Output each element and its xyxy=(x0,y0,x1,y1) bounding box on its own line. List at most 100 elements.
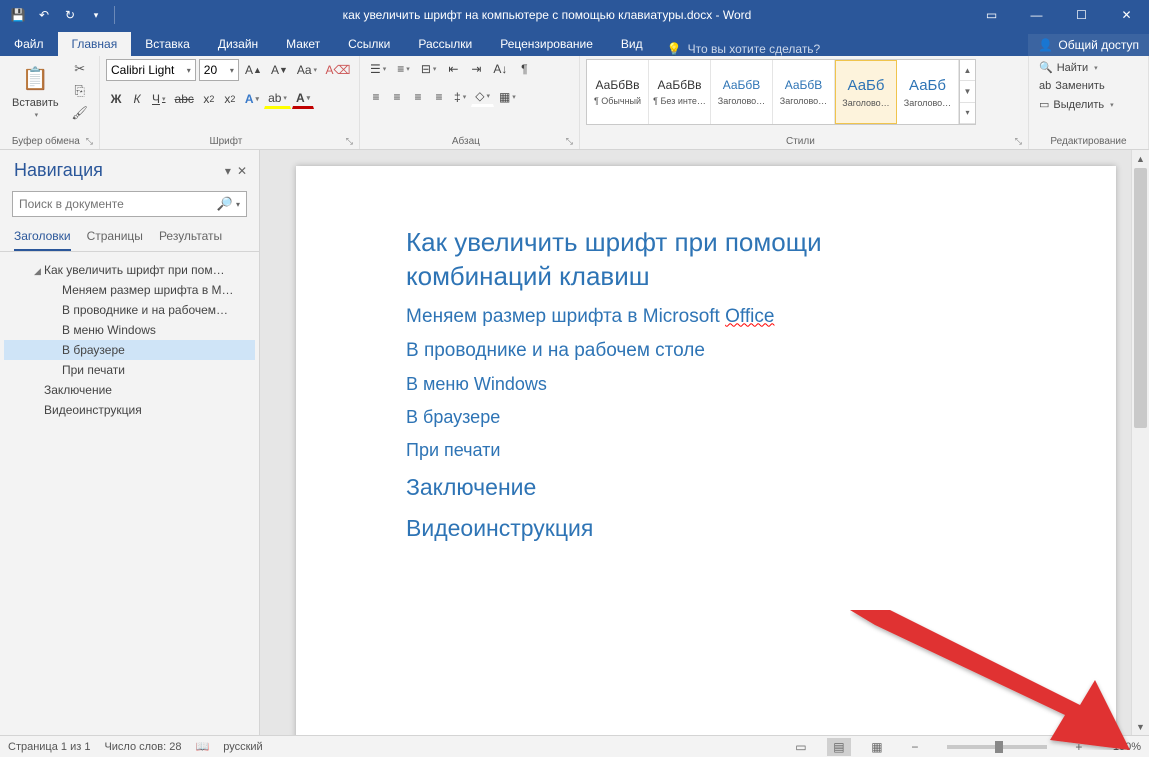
nav-tab-pages[interactable]: Страницы xyxy=(87,229,143,251)
clear-format-icon[interactable]: A⌫ xyxy=(323,60,353,80)
read-mode-icon[interactable]: ▭ xyxy=(789,738,813,756)
line-spacing-icon[interactable]: ‡▾ xyxy=(450,87,470,107)
share-button[interactable]: 👤 Общий доступ xyxy=(1028,34,1149,56)
align-left-icon[interactable]: ≡ xyxy=(366,87,386,107)
subscript-button[interactable]: x2 xyxy=(199,89,219,109)
tab-insert[interactable]: Вставка xyxy=(131,32,204,56)
style-item[interactable]: АаБбЗаголово… xyxy=(835,60,897,124)
heading-2[interactable]: В браузере xyxy=(406,407,1006,428)
styles-gallery[interactable]: АаБбВв¶ ОбычныйАаБбВв¶ Без инте…АаБбВЗаг… xyxy=(586,59,976,125)
select-button[interactable]: ▭Выделить▾ xyxy=(1035,96,1118,113)
scroll-thumb[interactable] xyxy=(1134,168,1147,428)
nav-tab-headings[interactable]: Заголовки xyxy=(14,229,71,251)
clipboard-launcher-icon[interactable]: ⤡ xyxy=(86,136,93,147)
nav-options-icon[interactable]: ▾ xyxy=(225,164,231,178)
font-color-icon[interactable]: A▾ xyxy=(292,89,314,109)
bold-button[interactable]: Ж xyxy=(106,89,126,109)
strikethrough-button[interactable]: abc xyxy=(171,89,198,109)
style-item[interactable]: АаБбВв¶ Обычный xyxy=(587,60,649,124)
heading-2[interactable]: В проводнике и на рабочем столе xyxy=(406,340,1006,362)
tab-file[interactable]: Файл xyxy=(0,32,58,56)
justify-icon[interactable]: ≡ xyxy=(429,87,449,107)
maximize-icon[interactable]: ☐ xyxy=(1059,0,1104,30)
heading-2[interactable]: Меняем размер шрифта в Microsoft Office xyxy=(406,306,1006,328)
tab-view[interactable]: Вид xyxy=(607,32,657,56)
document-page[interactable]: Как увеличить шрифт при помощикомбинаций… xyxy=(296,166,1116,735)
web-layout-icon[interactable]: ▦ xyxy=(865,738,889,756)
save-icon[interactable]: 💾 xyxy=(6,3,30,27)
status-language[interactable]: русский xyxy=(223,741,262,753)
heading-1[interactable]: Видеоинструкция xyxy=(406,514,1006,544)
tab-design[interactable]: Дизайн xyxy=(204,32,272,56)
tree-item[interactable]: В проводнике и на рабочем… xyxy=(4,300,255,320)
heading-2[interactable]: При печати xyxy=(406,440,1006,461)
italic-button[interactable]: К xyxy=(127,89,147,109)
gallery-more-icon[interactable]: ▾ xyxy=(960,103,975,124)
tab-review[interactable]: Рецензирование xyxy=(486,32,607,56)
sort-icon[interactable]: A↓ xyxy=(489,59,511,79)
search-dropdown-icon[interactable]: ▾ xyxy=(236,200,240,209)
zoom-value[interactable]: 100% xyxy=(1113,741,1141,753)
shading-icon[interactable]: ◇▾ xyxy=(471,87,494,107)
tree-item[interactable]: Меняем размер шрифта в М… xyxy=(4,280,255,300)
nav-search-box[interactable]: 🔎 ▾ xyxy=(12,191,247,217)
status-words[interactable]: Число слов: 28 xyxy=(104,741,181,753)
highlight-icon[interactable]: ab▾ xyxy=(264,89,291,109)
qat-customize-icon[interactable]: ▾ xyxy=(84,3,108,27)
tab-mailings[interactable]: Рассылки xyxy=(404,32,486,56)
style-item[interactable]: АаБбВЗаголово… xyxy=(773,60,835,124)
zoom-slider[interactable] xyxy=(947,745,1047,749)
gallery-down-icon[interactable]: ▼ xyxy=(960,81,975,102)
proofing-icon[interactable]: 📖 xyxy=(196,740,210,753)
zoom-thumb[interactable] xyxy=(995,741,1003,753)
font-launcher-icon[interactable]: ⤡ xyxy=(346,136,353,147)
tree-item[interactable]: Видеоинструкция xyxy=(4,400,255,420)
tell-me-search[interactable]: 💡 Что вы хотите сделать? xyxy=(657,42,1029,56)
style-item[interactable]: АаБбЗаголово… xyxy=(897,60,959,124)
scroll-down-icon[interactable]: ▼ xyxy=(1132,718,1149,735)
superscript-button[interactable]: x2 xyxy=(220,89,240,109)
undo-icon[interactable]: ↶ xyxy=(32,3,56,27)
tab-home[interactable]: Главная xyxy=(58,32,132,56)
tab-layout[interactable]: Макет xyxy=(272,32,334,56)
nav-tab-results[interactable]: Результаты xyxy=(159,229,222,251)
close-icon[interactable]: ✕ xyxy=(1104,0,1149,30)
tree-item[interactable]: В меню Windows xyxy=(4,320,255,340)
redo-icon[interactable]: ↻ xyxy=(58,3,82,27)
ribbon-options-icon[interactable]: ▭ xyxy=(969,0,1014,30)
show-marks-icon[interactable]: ¶ xyxy=(514,59,534,79)
grow-font-icon[interactable]: A▲ xyxy=(242,60,265,80)
scroll-up-icon[interactable]: ▲ xyxy=(1132,150,1149,167)
paste-button[interactable]: 📋 Вставить ▾ xyxy=(6,59,65,123)
styles-launcher-icon[interactable]: ⤡ xyxy=(1015,136,1022,147)
decrease-indent-icon[interactable]: ⇤ xyxy=(443,59,463,79)
text-effects-icon[interactable]: A▾ xyxy=(241,89,263,109)
vertical-scrollbar[interactable]: ▲ ▼ xyxy=(1131,150,1149,735)
print-layout-icon[interactable]: ▤ xyxy=(827,738,851,756)
gallery-up-icon[interactable]: ▲ xyxy=(960,60,975,81)
search-icon[interactable]: 🔎 xyxy=(217,196,233,212)
nav-search-input[interactable] xyxy=(19,197,217,211)
copy-icon[interactable]: ⎘ xyxy=(69,81,91,101)
change-case-icon[interactable]: Aa▾ xyxy=(294,60,320,80)
paragraph-launcher-icon[interactable]: ⤡ xyxy=(566,136,573,147)
tree-item[interactable]: ◢Как увеличить шрифт при пом… xyxy=(4,260,255,280)
tree-item[interactable]: Заключение xyxy=(4,380,255,400)
zoom-in-icon[interactable]: + xyxy=(1067,738,1091,756)
font-size-combo[interactable]: 20▾ xyxy=(199,59,239,81)
heading-1[interactable]: Как увеличить шрифт при помощикомбинаций… xyxy=(406,226,1006,294)
heading-1[interactable]: Заключение xyxy=(406,473,1006,503)
underline-button[interactable]: Ч▾ xyxy=(148,89,170,109)
status-page[interactable]: Страница 1 из 1 xyxy=(8,741,90,753)
borders-icon[interactable]: ▦▾ xyxy=(495,87,520,107)
shrink-font-icon[interactable]: A▼ xyxy=(268,60,291,80)
find-button[interactable]: 🔍Найти▾ xyxy=(1035,59,1118,76)
minimize-icon[interactable]: — xyxy=(1014,0,1059,30)
align-right-icon[interactable]: ≡ xyxy=(408,87,428,107)
style-item[interactable]: АаБбВЗаголово… xyxy=(711,60,773,124)
align-center-icon[interactable]: ≡ xyxy=(387,87,407,107)
heading-2[interactable]: В меню Windows xyxy=(406,374,1006,395)
format-painter-icon[interactable]: 🖌 xyxy=(69,103,91,123)
bullets-icon[interactable]: ☰▾ xyxy=(366,59,390,79)
tree-item[interactable]: В браузере xyxy=(4,340,255,360)
